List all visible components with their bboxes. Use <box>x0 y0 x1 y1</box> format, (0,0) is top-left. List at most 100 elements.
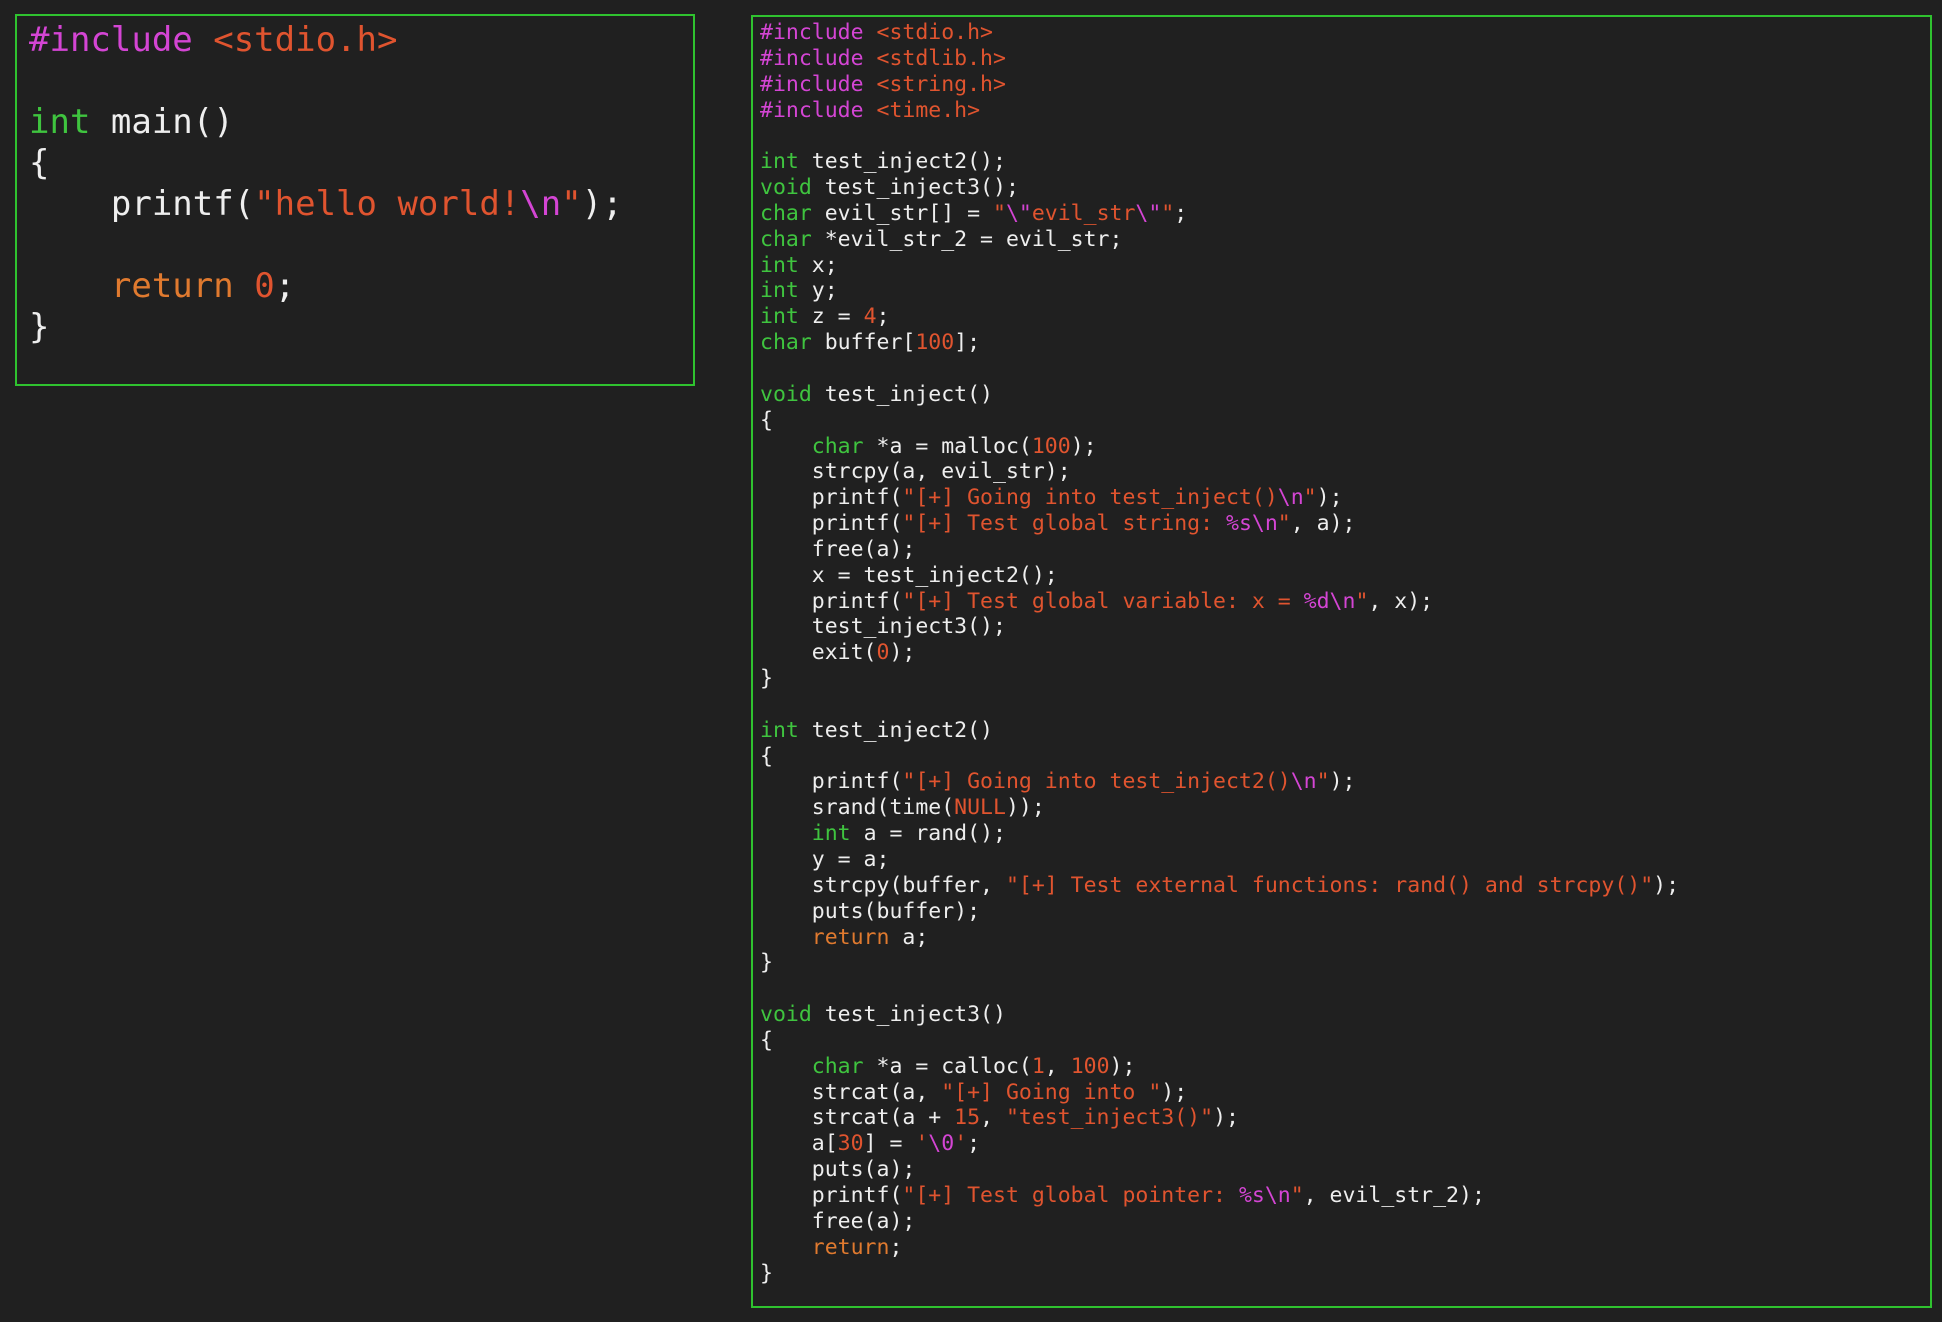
code-line: printf("[+] Test global string: %s\n", a… <box>760 511 1930 537</box>
code-token: 1 <box>1031 1053 1045 1079</box>
code-token: , a); <box>1290 511 1356 537</box>
code-line: } <box>760 950 1930 976</box>
code-token: ); <box>1213 1105 1239 1131</box>
code-token: ; <box>967 1131 981 1157</box>
code-line: puts(a); <box>760 1157 1930 1183</box>
code-line: #include <time.h> <box>760 98 1930 124</box>
code-token: <string.h> <box>876 71 1006 97</box>
code-token: ; <box>1174 200 1188 226</box>
code-line: printf("[+] Going into test_inject2()\n"… <box>760 769 1930 795</box>
code-token: " <box>993 200 1006 226</box>
code-token: *evil_str_2 = evil_str; <box>811 226 1123 252</box>
code-token: <stdlib.h> <box>876 45 1006 71</box>
code-line: printf("[+] Test global variable: x = %d… <box>760 589 1930 615</box>
code-line: int z = 4; <box>760 304 1930 330</box>
code-token: return <box>811 924 890 950</box>
code-token: test_inject() <box>811 381 993 407</box>
code-token: " <box>561 184 582 224</box>
code-line: printf("[+] Going into test_inject()\n")… <box>760 485 1930 511</box>
code-line: printf("[+] Test global pointer: %s\n", … <box>760 1183 1930 1209</box>
code-token: ); <box>1316 485 1343 511</box>
code-token: y; <box>798 278 838 304</box>
code-token: " <box>1277 511 1291 537</box>
code-token: printf( <box>760 588 903 614</box>
code-line: strcat(a, "[+] Going into "); <box>760 1080 1930 1106</box>
code-token: strcat(a, <box>760 1079 942 1105</box>
code-token: 100 <box>915 330 955 356</box>
code-token: { <box>29 143 50 183</box>
code-token: ); <box>1070 433 1097 459</box>
code-line: void test_inject3() <box>760 1002 1930 1028</box>
code-token: *a = calloc( <box>863 1053 1032 1079</box>
code-token: a = rand(); <box>850 821 1006 847</box>
code-token: return <box>811 1234 890 1260</box>
code-token: \" <box>1135 200 1162 226</box>
code-token: strcpy(a, evil_str); <box>760 459 1071 485</box>
code-token: z = <box>798 304 864 330</box>
code-token: #include <box>760 20 877 45</box>
code-token: <stdio.h> <box>213 20 398 60</box>
code-token: "hello world! <box>254 184 521 224</box>
code-token: test_inject3(); <box>760 614 1006 640</box>
code-token: 15 <box>954 1105 981 1131</box>
code-token: "[+] Test global string: <box>902 511 1226 537</box>
code-token: 0 <box>254 266 275 306</box>
code-line: void test_inject3(); <box>760 175 1930 201</box>
code-token: { <box>760 1027 773 1053</box>
code-token: "[+] Going into test_inject() <box>902 485 1278 511</box>
code-token: strcat(a + <box>760 1105 955 1131</box>
code-token: "[+] Test global variable: x = <box>902 588 1304 614</box>
code-line: char *a = malloc(100); <box>760 434 1930 460</box>
code-line: { <box>760 744 1930 770</box>
code-token: , x); <box>1368 588 1434 614</box>
code-line: return; <box>760 1235 1930 1261</box>
code-line: int x; <box>760 253 1930 279</box>
code-token: int <box>29 102 91 142</box>
code-line: char buffer[100]; <box>760 330 1930 356</box>
code-line: char *evil_str_2 = evil_str; <box>760 227 1930 253</box>
code-line: int main() <box>29 102 693 143</box>
inject-test-code-panel: #include <stdio.h> #include <stdlib.h> #in… <box>751 15 1932 1308</box>
code-token: \n <box>1277 485 1304 511</box>
code-token: 30 <box>837 1131 864 1157</box>
code-token: %s\n <box>1226 511 1278 537</box>
code-token: free(a); <box>760 536 916 562</box>
code-token: "[+] Going into test_inject2() <box>902 769 1291 795</box>
code-line: printf("hello world!\n"); <box>29 184 693 225</box>
code-token: x = test_inject2(); <box>760 562 1058 588</box>
code-token: } <box>760 666 773 692</box>
code-token: " <box>1290 1182 1304 1208</box>
code-line: } <box>760 1261 1930 1287</box>
code-token: } <box>29 307 50 347</box>
code-token: test_inject3(); <box>811 175 1019 201</box>
code-token: ); <box>1109 1053 1136 1079</box>
code-token: " <box>1316 769 1330 795</box>
code-token: int <box>760 252 799 278</box>
code-token: "[+] Test external functions: rand() and… <box>1005 872 1654 898</box>
code-line: #include <string.h> <box>760 72 1930 98</box>
code-token: { <box>760 407 773 433</box>
code-token: char <box>760 226 812 252</box>
code-line: return a; <box>760 925 1930 951</box>
code-token: evil_str <box>1031 200 1136 226</box>
code-token: void <box>760 1002 812 1028</box>
code-line: { <box>760 1028 1930 1054</box>
code-line: free(a); <box>760 537 1930 563</box>
code-token: 100 <box>1031 433 1071 459</box>
code-line: y = a; <box>760 847 1930 873</box>
code-token: ' <box>915 1131 929 1157</box>
code-token: test_inject2(); <box>798 149 1006 175</box>
code-token: } <box>760 950 773 976</box>
code-token: #include <box>29 20 214 60</box>
code-token: int <box>760 717 799 743</box>
code-token: " <box>1303 485 1317 511</box>
code-token: \n <box>1290 769 1317 795</box>
